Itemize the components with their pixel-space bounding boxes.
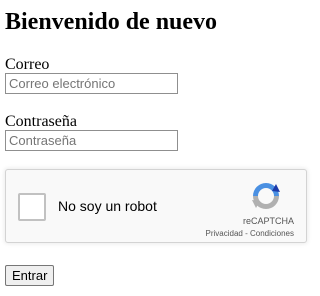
page-title: Bienvenido de nuevo <box>5 9 218 35</box>
terms-link[interactable]: Condiciones <box>250 229 294 238</box>
links-separator: - <box>242 229 250 238</box>
password-field[interactable] <box>5 130 178 151</box>
recaptcha-brand: reCAPTCHA <box>242 216 294 226</box>
recaptcha-label: No soy un robot <box>58 198 157 214</box>
recaptcha-links: Privacidad - Condiciones <box>206 229 295 238</box>
privacy-link[interactable]: Privacidad <box>206 229 243 238</box>
submit-button[interactable]: Entrar <box>5 265 55 286</box>
email-field[interactable] <box>5 73 178 94</box>
recaptcha-logo-icon <box>252 183 280 209</box>
password-label: Contraseña <box>5 113 77 130</box>
email-label: Correo <box>5 56 50 73</box>
recaptcha-checkbox[interactable] <box>18 193 46 221</box>
recaptcha-widget: No soy un robot reCAPTCHA Privacidad - C… <box>5 169 307 243</box>
